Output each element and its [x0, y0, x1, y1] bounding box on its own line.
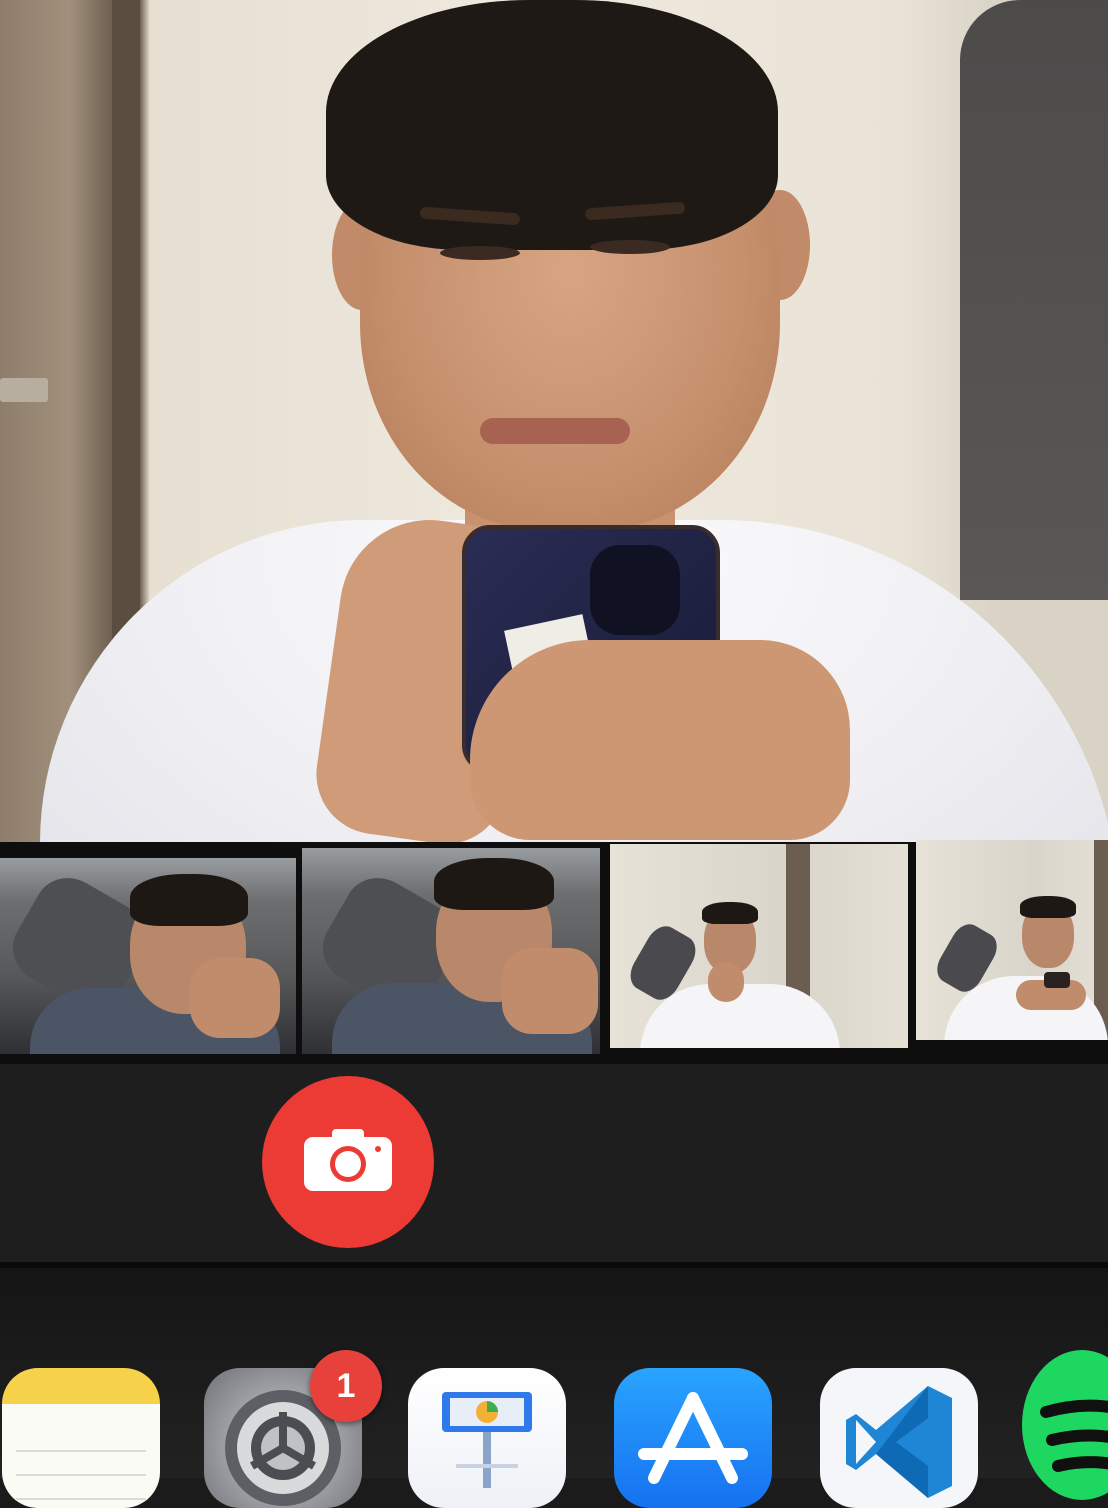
participant-hand: [708, 962, 744, 1002]
participant-hair: [130, 874, 248, 926]
person-hair: [326, 0, 778, 250]
keynote-icon[interactable]: [408, 1368, 566, 1508]
notes-icon[interactable]: [2, 1368, 160, 1508]
participant-strip: [0, 840, 1108, 1064]
door-handle: [0, 378, 48, 402]
participant-tile-3[interactable]: [610, 844, 908, 1048]
camera-icon: [302, 1127, 394, 1198]
notification-badge: 1: [310, 1350, 382, 1422]
participant-tile-2[interactable]: [302, 848, 600, 1054]
app-store-icon[interactable]: [614, 1368, 772, 1508]
person-mouth: [480, 418, 630, 444]
person-hand-right: [470, 640, 850, 840]
participant-hair: [1020, 896, 1076, 918]
person-eye-left: [440, 246, 520, 260]
person-eye-right: [590, 240, 670, 254]
held-phone: [1044, 972, 1070, 988]
participant-hair: [434, 858, 554, 910]
main-camera-preview: [0, 0, 1108, 852]
toolbar: [0, 1064, 1108, 1262]
vscode-icon[interactable]: [820, 1368, 978, 1508]
participant-hand: [502, 948, 598, 1034]
participant-tile-1[interactable]: [0, 858, 296, 1054]
notes-lines: [16, 1428, 146, 1508]
participant-hair: [702, 902, 758, 924]
hanging-jacket: [960, 0, 1108, 600]
phone-camera-module: [590, 545, 680, 635]
participant-hand: [190, 958, 280, 1038]
take-photo-button[interactable]: [262, 1076, 434, 1248]
participant-tile-4[interactable]: [916, 840, 1108, 1040]
